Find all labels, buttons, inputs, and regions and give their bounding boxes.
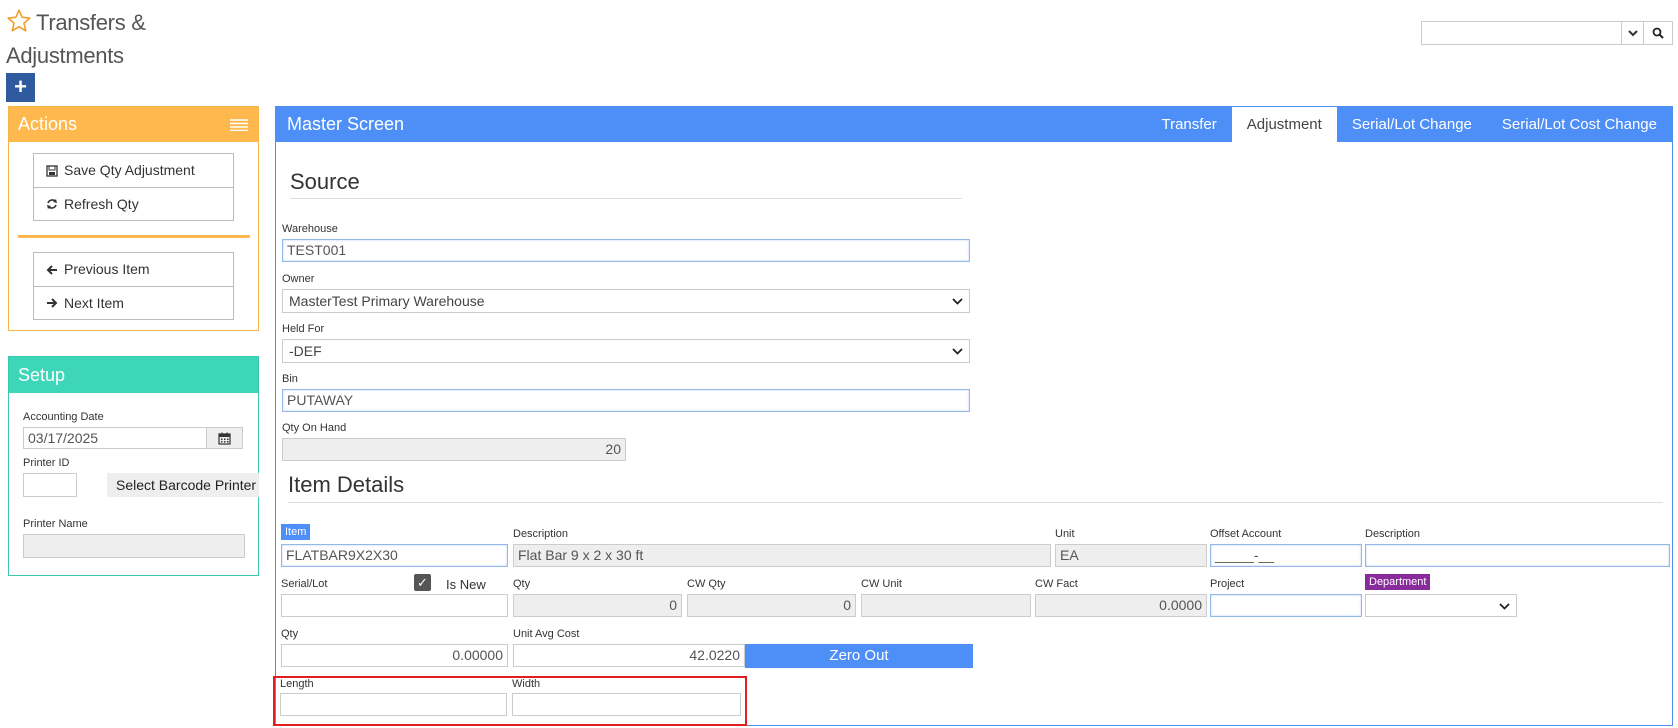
actions-header: Actions — [9, 107, 258, 142]
calendar-icon[interactable] — [207, 427, 243, 449]
master-screen-header: Master Screen Transfer Adjustment Serial… — [276, 107, 1672, 142]
cw-qty-input[interactable]: 0 — [687, 594, 856, 617]
length-input[interactable] — [280, 693, 507, 716]
search-icon[interactable] — [1644, 22, 1672, 44]
qty-on-hand-label: Qty On Hand — [282, 422, 347, 434]
save-qty-adjustment-button[interactable]: Save Qty Adjustment — [34, 154, 233, 187]
tab-transfer[interactable]: Transfer — [1146, 107, 1231, 142]
offset-account-label: Offset Account — [1210, 528, 1282, 540]
setup-header: Setup — [9, 357, 258, 393]
tab-serial-lot-cost-change[interactable]: Serial/Lot Cost Change — [1487, 107, 1672, 142]
unit-avg-cost-label: Unit Avg Cost — [513, 628, 580, 640]
tab-adjustment[interactable]: Adjustment — [1231, 107, 1337, 142]
item-nav-group: Previous Item Next Item — [33, 252, 234, 320]
master-screen-title: Master Screen — [287, 114, 405, 134]
owner-label: Owner — [282, 273, 315, 285]
previous-item-button[interactable]: Previous Item — [34, 253, 233, 286]
printer-id-input[interactable] — [23, 473, 77, 497]
item-details-section-title: Item Details — [288, 472, 405, 497]
printer-name-input[interactable] — [23, 534, 245, 558]
search-input[interactable] — [1422, 22, 1622, 44]
select-barcode-printer-button[interactable]: Select Barcode Printer — [107, 473, 259, 497]
arrow-left-icon — [46, 264, 57, 275]
width-input[interactable] — [512, 693, 741, 716]
accounting-date-label: Accounting Date — [23, 411, 104, 423]
project-input[interactable] — [1210, 594, 1362, 617]
project-label: Project — [1210, 578, 1245, 590]
department-label: Department — [1365, 574, 1431, 590]
tab-serial-lot-change[interactable]: Serial/Lot Change — [1337, 107, 1487, 142]
held-for-select[interactable]: -DEF — [282, 339, 970, 363]
chevron-down-icon — [952, 298, 963, 305]
qty2-label: Qty — [281, 628, 299, 640]
cw-fact-input[interactable]: 0.0000 — [1035, 594, 1207, 617]
source-divider — [290, 198, 962, 199]
qty-on-hand-input[interactable]: 20 — [282, 438, 626, 461]
is-new-label: Is New — [446, 577, 486, 592]
chevron-down-icon — [952, 348, 963, 355]
description-label: Description — [513, 528, 569, 540]
description-input[interactable]: Flat Bar 9 x 2 x 30 ft — [513, 544, 1051, 567]
serial-lot-label: Serial/Lot — [281, 578, 328, 590]
page-title: Transfers & Adjustments — [6, 10, 146, 68]
master-screen-panel: Master Screen Transfer Adjustment Serial… — [275, 106, 1673, 726]
serial-lot-input[interactable] — [281, 594, 508, 617]
zero-out-button[interactable]: Zero Out — [745, 644, 973, 668]
item-details-divider — [288, 502, 1663, 503]
chevron-down-icon[interactable] — [1622, 22, 1644, 44]
chevron-down-icon — [1499, 602, 1510, 610]
next-item-button[interactable]: Next Item — [34, 286, 233, 319]
printer-name-label: Printer Name — [23, 518, 88, 530]
qty-readonly-input[interactable]: 0 — [513, 594, 682, 617]
warehouse-label: Warehouse — [282, 223, 338, 235]
printer-id-label: Printer ID — [23, 457, 70, 469]
save-icon — [46, 164, 58, 177]
owner-select[interactable]: MasterTest Primary Warehouse — [282, 289, 970, 313]
held-for-label: Held For — [282, 323, 325, 335]
item-label: Item — [281, 524, 311, 540]
refresh-qty-button[interactable]: Refresh Qty — [34, 187, 233, 220]
source-section-title: Source — [290, 169, 360, 194]
item-input[interactable]: FLATBAR9X2X30 — [281, 544, 508, 567]
cw-unit-label: CW Unit — [861, 578, 902, 590]
description2-label: Description — [1365, 528, 1421, 540]
offset-account-input[interactable]: _____-__ — [1210, 544, 1362, 567]
unit-label: Unit — [1055, 528, 1075, 540]
warehouse-input[interactable]: TEST001 — [282, 239, 970, 262]
cw-fact-label: CW Fact — [1035, 578, 1078, 590]
setup-panel: Setup Accounting Date 03/17/2025 Printer… — [8, 356, 259, 576]
refresh-icon — [47, 199, 57, 209]
cw-unit-input[interactable] — [861, 594, 1031, 617]
add-button[interactable]: + — [6, 73, 35, 102]
actions-panel: Actions Save Qty Adjustment Refresh Qty … — [8, 106, 259, 331]
qty-action-group: Save Qty Adjustment Refresh Qty — [33, 153, 234, 221]
cw-qty-label: CW Qty — [687, 578, 726, 590]
tab-bar: Transfer Adjustment Serial/Lot Change Se… — [1146, 107, 1672, 142]
width-label: Width — [512, 678, 541, 690]
department-select[interactable] — [1365, 594, 1517, 617]
bin-input[interactable]: PUTAWAY — [282, 389, 970, 412]
is-new-checkbox[interactable]: ✓ — [414, 574, 431, 591]
actions-divider — [18, 235, 250, 238]
search-box — [1421, 21, 1673, 45]
qty-label: Qty — [513, 578, 531, 590]
unit-avg-cost-input[interactable]: 42.0220 — [513, 644, 745, 667]
accounting-date-input[interactable]: 03/17/2025 — [23, 427, 207, 449]
description2-input[interactable] — [1365, 544, 1670, 567]
qty-input[interactable]: 0.00000 — [281, 644, 508, 667]
arrow-right-icon — [47, 298, 58, 308]
unit-input[interactable]: EA — [1055, 544, 1207, 567]
length-label: Length — [280, 678, 314, 690]
hamburger-menu-icon[interactable] — [230, 119, 248, 131]
bin-label: Bin — [282, 373, 298, 385]
